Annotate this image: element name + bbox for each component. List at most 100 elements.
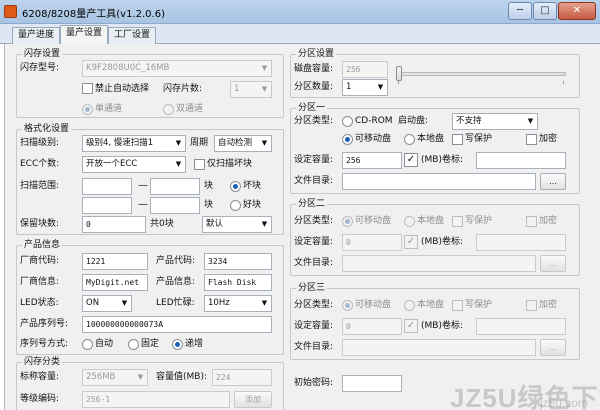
partition1-write-protect-checkbox[interactable]: [452, 134, 463, 145]
partition2-removable-label: 可移动盘: [355, 216, 392, 226]
scan-range-label: 扫描范围:: [20, 181, 60, 191]
scan-range-end-input-2[interactable]: [150, 197, 200, 214]
scan-level-select[interactable]: 级别4, 慢速扫描1 ▼: [82, 135, 186, 152]
partition2-type-label: 分区类型:: [294, 216, 334, 226]
partition3-removable-radio[interactable]: [342, 300, 353, 311]
serial-mode-label: 序列号方式:: [20, 339, 69, 349]
scan-range-start-input-2[interactable]: [82, 197, 132, 214]
grade-code-label: 等级编码:: [20, 394, 60, 404]
partition3-dir-input[interactable]: [342, 339, 536, 356]
partition3-encrypt-label: 加密: [539, 300, 558, 310]
single-channel-radio[interactable]: [82, 104, 93, 115]
partition3-dir-label: 文件目录:: [294, 342, 334, 352]
disable-auto-select-label: 禁止自动选择: [95, 84, 150, 94]
serial-auto-radio[interactable]: [82, 339, 93, 350]
partition3-capacity-input[interactable]: 0: [342, 318, 402, 335]
partition1-boot-select[interactable]: 不支持 ▼: [452, 113, 538, 130]
tab-strip: 量产进度 量产设置 工厂设置: [0, 24, 600, 45]
chip-count-value: 1: [234, 84, 240, 94]
tab-production-settings[interactable]: 量产设置: [60, 25, 108, 45]
range-dash-2: —: [138, 199, 148, 210]
led-state-select[interactable]: ON ▼: [82, 295, 132, 312]
partition2-volume-input[interactable]: [476, 234, 566, 251]
partition1-removable-radio[interactable]: [342, 134, 353, 145]
add-grade-button[interactable]: 添加: [234, 391, 272, 408]
scan-range-end-input-1[interactable]: [150, 178, 200, 195]
partition1-capacity-label: 设定容量:: [294, 155, 334, 165]
capacity-slider-thumb[interactable]: [396, 66, 402, 81]
nominal-capacity-select[interactable]: 256MB ▼: [82, 369, 148, 386]
partition1-browse-button[interactable]: ...: [540, 173, 566, 190]
nominal-capacity-label: 标称容量:: [20, 372, 60, 382]
serial-fixed-radio[interactable]: [128, 339, 139, 350]
partition3-write-protect-checkbox[interactable]: [452, 300, 463, 311]
scan-bad-only-checkbox[interactable]: [194, 159, 205, 170]
maximize-button[interactable]: □: [533, 2, 557, 20]
partition2-dir-input[interactable]: [342, 255, 536, 272]
partition1-encrypt-checkbox[interactable]: [526, 134, 537, 145]
chevron-down-icon: ▼: [261, 139, 268, 147]
vendor-info-input[interactable]: MyDigit.net: [82, 274, 148, 291]
led-freq-select[interactable]: 10Hz ▼: [204, 295, 272, 312]
flash-model-select[interactable]: K9F2808U0C_16MB ▼: [82, 60, 272, 77]
partition-count-select[interactable]: 1 ▼: [342, 79, 388, 96]
scan-range-start-input-1[interactable]: [82, 178, 132, 195]
serial-auto-label: 自动: [95, 339, 114, 349]
partition3-local-radio[interactable]: [404, 300, 415, 311]
partition2-write-protect-checkbox[interactable]: [452, 216, 463, 227]
partition2-browse-button[interactable]: ...: [540, 255, 566, 272]
partition-settings-group: [290, 54, 580, 98]
dual-channel-radio[interactable]: [163, 104, 174, 115]
partition3-capacity-lock-checkbox[interactable]: ✓: [404, 319, 418, 333]
serial-increment-radio[interactable]: [172, 339, 183, 350]
partition2-local-radio[interactable]: [404, 216, 415, 227]
flash-class-legend: 闪存分类: [22, 357, 63, 367]
partition1-dir-input[interactable]: [342, 173, 536, 190]
partition-settings-legend: 分区设置: [296, 49, 337, 59]
partition2-removable-radio[interactable]: [342, 216, 353, 227]
reserved-blocks-input[interactable]: 0: [82, 216, 146, 233]
tab-progress[interactable]: 量产进度: [12, 27, 60, 44]
good-block-radio[interactable]: [230, 200, 241, 211]
partition1-cdrom-radio[interactable]: [342, 116, 353, 127]
led-freq-label: LED忙碌:: [156, 298, 195, 308]
serial-number-input[interactable]: 100000000000073A: [82, 316, 272, 333]
ecc-label: ECC个数:: [20, 159, 60, 169]
bad-block-radio[interactable]: [230, 181, 241, 192]
partition3-volume-input[interactable]: [476, 318, 566, 335]
partition-count-value: 1: [346, 82, 352, 92]
partition1-volume-input[interactable]: [476, 152, 566, 169]
partition2-unit-label: (MB)卷标:: [421, 237, 463, 247]
partition2-encrypt-checkbox[interactable]: [526, 216, 537, 227]
chip-count-select[interactable]: 1 ▼: [230, 81, 272, 98]
close-button[interactable]: ✕: [558, 2, 596, 20]
partition3-browse-button[interactable]: ...: [540, 339, 566, 356]
minimize-button[interactable]: ─: [508, 2, 532, 20]
partition1-capacity-lock-checkbox[interactable]: ✓: [404, 153, 418, 167]
capacity-value-label: 容量值(MB):: [156, 372, 207, 382]
disk-capacity-input[interactable]: 256: [342, 61, 388, 78]
tab-factory-settings[interactable]: 工厂设置: [108, 27, 156, 44]
capacity-slider-track[interactable]: [396, 72, 566, 76]
partition1-capacity-input[interactable]: 256: [342, 152, 402, 169]
partition2-capacity-lock-checkbox[interactable]: ✓: [404, 235, 418, 249]
disable-auto-select-checkbox[interactable]: [82, 83, 93, 94]
grade-code-input[interactable]: 256-1: [82, 391, 230, 408]
ecc-select[interactable]: 开放一个ECC ▼: [82, 156, 186, 173]
vendor-code-input[interactable]: 1221: [82, 253, 148, 270]
title-bar: 6208/8208量产工具(v1.2.0.6) ─ □ ✕: [0, 0, 600, 24]
serial-number-label: 产品序列号:: [20, 319, 69, 329]
product-info-input[interactable]: Flash Disk: [204, 274, 272, 291]
partition1-type-label: 分区类型:: [294, 116, 334, 126]
reserved-mode-select[interactable]: 默认 ▼: [202, 216, 272, 233]
ecc-value: 开放一个ECC: [86, 159, 138, 169]
capacity-value-input[interactable]: 224: [212, 369, 272, 386]
initial-password-input[interactable]: [342, 375, 402, 392]
partition1-unit-label: (MB)卷标:: [421, 155, 463, 165]
partition3-encrypt-checkbox[interactable]: [526, 300, 537, 311]
partition1-local-radio[interactable]: [404, 134, 415, 145]
cycle-select[interactable]: 自动检测 ▼: [214, 135, 272, 152]
product-code-input[interactable]: 3234: [204, 253, 272, 270]
partition2-capacity-input[interactable]: 0: [342, 234, 402, 251]
chip-count-label: 闪存片数:: [163, 84, 203, 94]
